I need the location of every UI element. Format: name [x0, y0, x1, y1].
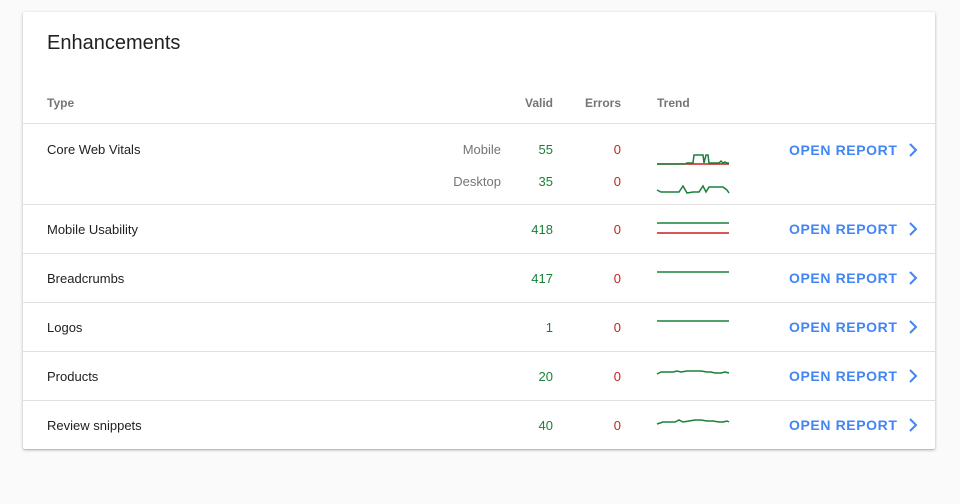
- trend-sparkline-mobile: [657, 154, 729, 165]
- open-report-button-mobile-usability[interactable]: OPEN REPORT: [789, 219, 918, 239]
- open-report-label: OPEN REPORT: [789, 270, 898, 286]
- trend-sparkline: [657, 271, 729, 273]
- row-type-label: Core Web Vitals: [47, 142, 141, 157]
- error-count: 0: [613, 271, 621, 286]
- error-count: 0: [613, 418, 621, 433]
- row-type-label: Breadcrumbs: [47, 271, 125, 286]
- chevron-right-icon: [908, 320, 917, 334]
- column-header-errors: Errors: [584, 96, 621, 110]
- chevron-right-icon: [908, 369, 917, 383]
- row-type-label: Logos: [47, 320, 83, 335]
- device-label-desktop: Desktop: [453, 174, 501, 189]
- table-row-products: Products 20 0 OPEN REPORT: [23, 352, 935, 401]
- chevron-right-icon: [908, 222, 917, 236]
- valid-count: 40: [538, 418, 553, 433]
- valid-count: 417: [531, 271, 553, 286]
- row-type-label: Review snippets: [47, 418, 142, 433]
- enhancements-card: Enhancements Type Valid Errors Trend Cor…: [23, 12, 935, 449]
- column-header-type: Type: [47, 96, 75, 110]
- open-report-label: OPEN REPORT: [789, 142, 898, 158]
- table-row-review-snippets: Review snippets 40 0 OPEN REPORT: [23, 401, 935, 449]
- table-row-logos: Logos 1 0 OPEN REPORT: [23, 303, 935, 352]
- chevron-right-icon: [908, 418, 917, 432]
- open-report-label: OPEN REPORT: [789, 368, 898, 384]
- chevron-right-icon: [908, 143, 917, 157]
- column-header-trend: Trend: [657, 96, 690, 110]
- trend-sparkline: [656, 419, 730, 425]
- open-report-button-logos[interactable]: OPEN REPORT: [789, 317, 918, 337]
- open-report-label: OPEN REPORT: [789, 221, 898, 237]
- open-report-button-review-snippets[interactable]: OPEN REPORT: [789, 415, 918, 435]
- open-report-button-products[interactable]: OPEN REPORT: [789, 366, 918, 386]
- error-count: 0: [613, 222, 621, 237]
- open-report-label: OPEN REPORT: [789, 417, 898, 433]
- valid-count: 35: [538, 174, 553, 189]
- table-row-mobile-usability: Mobile Usability 418 0 OPEN REPORT: [23, 205, 935, 254]
- table-header: Type Valid Errors Trend: [23, 12, 935, 124]
- valid-count: 418: [531, 222, 553, 237]
- trend-sparkline: [657, 222, 729, 234]
- valid-count: 1: [545, 320, 553, 335]
- row-type-label: Products: [47, 369, 99, 384]
- chevron-right-icon: [908, 271, 917, 285]
- open-report-label: OPEN REPORT: [789, 319, 898, 335]
- trend-sparkline-desktop: [656, 184, 730, 194]
- table-row-breadcrumbs: Breadcrumbs 417 0 OPEN REPORT: [23, 254, 935, 303]
- error-count: 0: [613, 174, 621, 189]
- valid-count: 20: [538, 369, 553, 384]
- open-report-button-core-web-vitals[interactable]: OPEN REPORT: [789, 140, 918, 160]
- column-header-valid: Valid: [524, 96, 553, 110]
- error-count: 0: [613, 369, 621, 384]
- error-count: 0: [613, 142, 621, 157]
- trend-sparkline: [657, 320, 729, 322]
- row-type-label: Mobile Usability: [47, 222, 139, 237]
- device-label-mobile: Mobile: [462, 142, 501, 157]
- open-report-button-breadcrumbs[interactable]: OPEN REPORT: [789, 268, 918, 288]
- error-count: 0: [613, 320, 621, 335]
- valid-count: 55: [538, 142, 553, 157]
- trend-sparkline: [656, 370, 730, 375]
- table-row-core-web-vitals: Core Web Vitals Mobile 55 0 Desktop 35 0…: [23, 124, 935, 205]
